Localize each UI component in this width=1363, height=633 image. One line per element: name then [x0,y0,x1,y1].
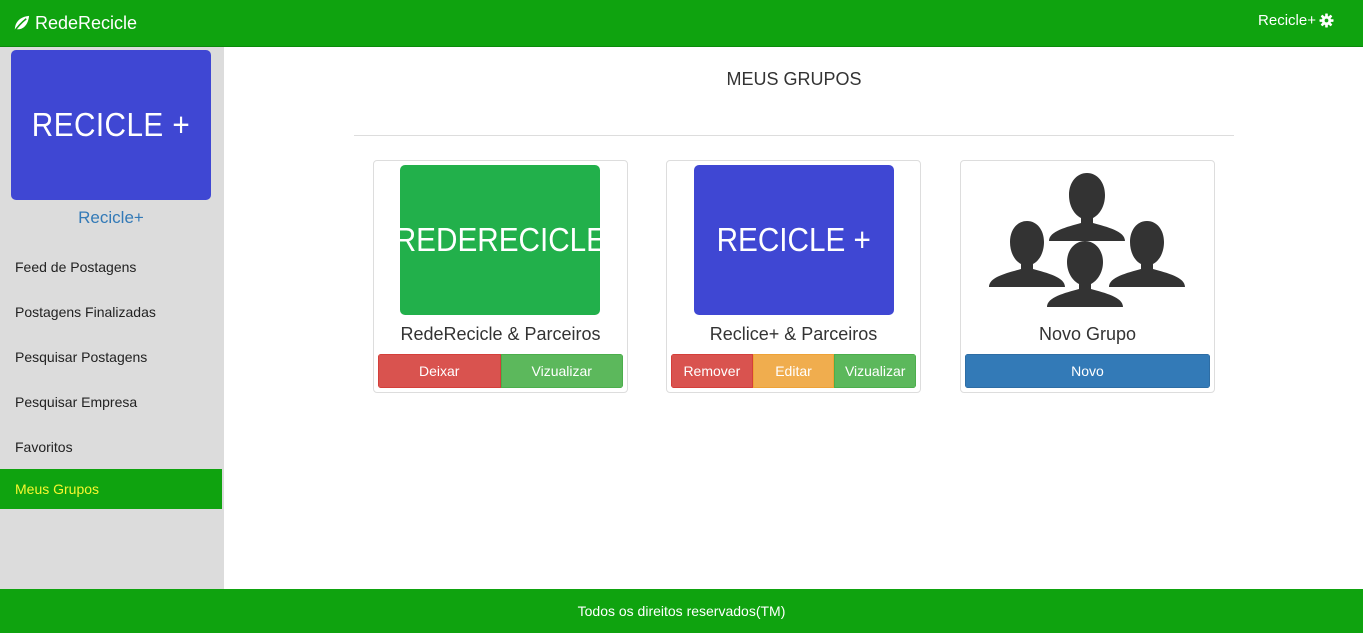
group-title: Reclice+ & Parceiros [709,324,878,344]
page-title: MEUS GRUPOS [726,69,862,89]
group-actions: Deixar Vizualizar [378,354,623,388]
remove-group-button[interactable]: Remover [671,354,753,388]
new-group-button[interactable]: Novo [965,354,1210,388]
profile-image-text: RECICLE + [31,106,191,143]
sidebar-nav: Feed de Postagens Postagens Finalizadas … [0,244,222,509]
sidebar-item-favorites[interactable]: Favoritos [0,424,222,469]
group-title: RedeRecicle & Parceiros [400,324,601,344]
profile-name[interactable]: Recicle+ [0,208,222,228]
group-image: RECICLE + [694,165,894,315]
group-image-text: RECICLE + [716,221,872,258]
brand-link[interactable]: RedeRecicle [12,11,137,35]
user-menu-label: Recicle+ [1258,12,1316,29]
group-card: RECICLE + Reclice+ & Parceiros Remover E… [666,160,921,393]
edit-group-button[interactable]: Editar [752,354,835,388]
leaf-icon [13,15,30,32]
group-title: Novo Grupo [1038,324,1137,344]
sidebar-item-feed[interactable]: Feed de Postagens [0,244,222,289]
group-actions: Remover Editar Vizualizar [671,354,916,388]
sidebar-item-my-groups[interactable]: Meus Grupos [0,469,222,509]
group-image-text: REDERECICLE [394,221,606,258]
sidebar-item-search-company[interactable]: Pesquisar Empresa [0,379,222,424]
new-group-card: Novo Grupo Novo [960,160,1215,393]
group-actions: Novo [965,354,1210,388]
sidebar: RECICLE + Recicle+ Feed de Postagens Pos… [0,47,224,589]
user-menu-button[interactable]: Recicle+ [1258,12,1334,29]
group-image: REDERECICLE [394,165,606,315]
view-group-button[interactable]: Vizualizar [834,354,916,388]
divider [354,135,1234,136]
top-navbar: RedeRecicle Recicle+ [0,0,1363,47]
sidebar-item-search-posts[interactable]: Pesquisar Postagens [0,334,222,379]
gear-icon [1319,13,1334,28]
sidebar-item-finished-posts[interactable]: Postagens Finalizadas [0,289,222,334]
leave-group-button[interactable]: Deixar [378,354,501,388]
group-card: REDERECICLE RedeRecicle & Parceiros Deix… [373,160,628,393]
view-group-button[interactable]: Vizualizar [500,354,623,388]
brand-name: RedeRecicle [35,12,138,33]
group-users-icon [987,165,1187,315]
profile-image: RECICLE + [11,50,211,200]
footer-text: Todos os direitos reservados(TM) [577,603,786,619]
footer: Todos os direitos reservados(TM) [0,589,1363,633]
